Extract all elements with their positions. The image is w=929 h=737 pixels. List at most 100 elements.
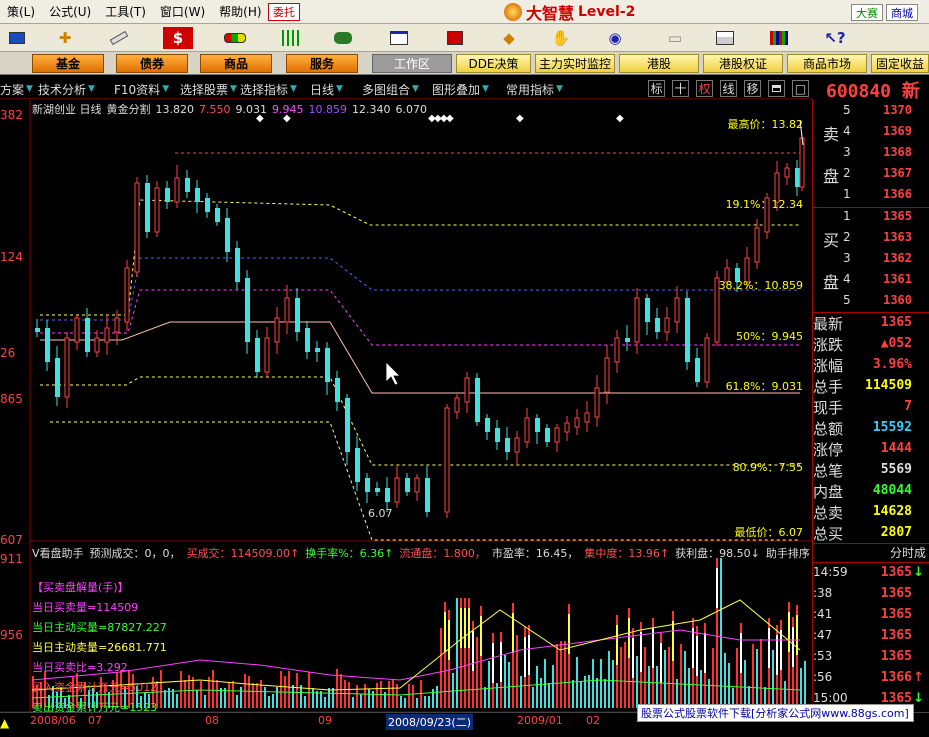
diamond-icon[interactable]: ◆ — [494, 27, 524, 49]
ctool-multi-chart[interactable]: 多图组合 ▼ — [362, 81, 419, 97]
menu-item-formula[interactable]: 公式(U) — [42, 3, 98, 20]
sell-row[interactable]: 4 1369 — [813, 124, 929, 145]
volume-bar — [600, 659, 602, 708]
ruler-icon[interactable] — [104, 27, 134, 49]
ticks-title[interactable]: 分时成 — [813, 543, 929, 563]
compass-icon[interactable]: ✚ — [50, 27, 80, 49]
menu-item-plan[interactable]: 策(L) — [0, 3, 42, 20]
tab-dde[interactable]: DDE决策 — [456, 54, 531, 73]
candle-body-down — [425, 478, 430, 512]
sell-row[interactable]: 3 1368 — [813, 145, 929, 166]
bs-volume-line: 当日主动买量=87827.227 — [32, 621, 167, 634]
menu-item-tools[interactable]: 工具(T) — [98, 3, 153, 20]
entrust-button[interactable]: 委托 — [268, 3, 300, 21]
books-icon[interactable] — [764, 27, 794, 49]
candle-body-down — [255, 338, 260, 372]
tab-commodity-market[interactable]: 商品市场 — [787, 54, 867, 73]
tab-service[interactable]: 服务 — [286, 54, 358, 73]
target-icon[interactable]: ◉ — [600, 27, 630, 49]
chart-window-icon[interactable] — [384, 27, 414, 49]
sub-legend-item: 预测成交：0，0， — [89, 547, 181, 560]
y-axis-label: 865 — [0, 392, 23, 406]
buy-row[interactable]: 3 1362 — [813, 251, 929, 272]
volume-bar — [436, 686, 438, 708]
ctool-plan[interactable]: 方案 ▼ — [0, 81, 33, 97]
help-cursor-icon[interactable]: ↖? — [820, 27, 850, 49]
move-button[interactable]: 移 — [744, 80, 761, 97]
volume-bar — [364, 684, 366, 708]
sell-row[interactable]: 2 1367 — [813, 166, 929, 187]
volume-bar — [440, 628, 442, 708]
tab-bond[interactable]: 债券 — [116, 54, 188, 73]
volume-overlay — [528, 635, 530, 675]
sub-legend-item: 获利盘：98.50↓ — [675, 547, 760, 560]
ctool-daily[interactable]: 日线 ▼ — [310, 81, 343, 97]
ad-banner[interactable]: 股票公式股票软件下载[分析家公式网www.88gs.com] — [637, 704, 914, 722]
volume-bar — [368, 689, 370, 708]
ctool-tech[interactable]: 技术分析 ▼ — [38, 81, 95, 97]
menu-item-help[interactable]: 帮助(H) — [212, 3, 268, 20]
sell-row[interactable]: 1 1366 — [813, 187, 929, 208]
candle-body-up — [124, 267, 130, 323]
rights-button[interactable]: 权 — [696, 80, 713, 97]
layout-icon[interactable] — [710, 27, 740, 49]
sell-row[interactable]: 5 1370 — [813, 103, 929, 124]
window-button[interactable] — [768, 80, 785, 97]
sub-y-axis-label: 911 — [0, 552, 23, 566]
mall-button[interactable]: 商城 — [886, 4, 918, 21]
buy-row[interactable]: 5 1360 — [813, 293, 929, 314]
print-icon[interactable]: ▭ — [660, 27, 690, 49]
candle-body-down — [335, 378, 340, 402]
volume-bar — [680, 644, 682, 708]
candle-body-down — [505, 438, 510, 452]
traffic-light-icon[interactable] — [220, 27, 250, 49]
tab-fund[interactable]: 基金 — [32, 54, 104, 73]
volume-bar — [504, 655, 506, 708]
tab-main-monitor[interactable]: 主力实时监控 — [535, 54, 615, 73]
quote-row: 总笔 5569 — [813, 460, 929, 481]
tab-workspace[interactable]: 工作区 — [372, 54, 452, 73]
scroll-left-icon[interactable]: ▲ — [0, 716, 9, 730]
ctool-common-indicator[interactable]: 常用指标 ▼ — [506, 81, 563, 97]
monitor-icon[interactable] — [2, 27, 32, 49]
tab-fixed-income[interactable]: 固定收益 — [871, 54, 929, 73]
volume-bar — [248, 676, 250, 708]
ctool-select-indicator[interactable]: 选择指标 ▼ — [240, 81, 297, 97]
tab-commodity[interactable]: 商品 — [200, 54, 272, 73]
maximize-button[interactable]: □ — [792, 80, 809, 97]
tab-hk-warrant[interactable]: 港股权证 — [703, 54, 783, 73]
tab-hk-stock[interactable]: 港股 — [619, 54, 699, 73]
contest-button[interactable]: 大赛 — [851, 4, 883, 21]
volume-bar — [476, 637, 478, 708]
line-button[interactable]: 线 — [720, 80, 737, 97]
sub-y-axis-label: 956 — [0, 628, 23, 642]
volume-bar — [208, 677, 210, 708]
icon-toolbar: ✚ $ ◆ ✋ ◉ ▭ ↖? — [0, 24, 929, 52]
ctool-select-stock[interactable]: 选择股票 ▼ — [180, 81, 237, 97]
quote-key: 涨幅 — [813, 357, 844, 375]
signal-star-icon: ◆ — [446, 113, 454, 124]
y-axis-label: 382 — [0, 108, 23, 122]
candle-body-down — [225, 218, 230, 252]
crosshair-button[interactable]: 十 — [672, 80, 689, 97]
stock-code[interactable]: 600840 新 — [826, 77, 929, 102]
bars-icon[interactable] — [276, 27, 306, 49]
buy-row[interactable]: 2 1363 — [813, 230, 929, 251]
menu-item-window[interactable]: 窗口(W) — [153, 3, 212, 20]
dropdown-arrow-icon: ▼ — [290, 84, 297, 94]
ctool-overlay[interactable]: 图形叠加 ▼ — [432, 81, 489, 97]
volume-overlay — [672, 621, 674, 661]
volume-bar — [408, 684, 410, 708]
mark-button[interactable]: 标 — [648, 80, 665, 97]
buy-row[interactable]: 4 1361 — [813, 272, 929, 293]
buy-row[interactable]: 1 1365 — [813, 209, 929, 230]
candle-body-up — [274, 317, 280, 343]
flag-icon[interactable] — [440, 27, 470, 49]
sell-price: 1366 — [883, 187, 912, 201]
dollar-icon[interactable]: $ — [163, 27, 193, 49]
binoculars-icon[interactable] — [328, 27, 358, 49]
ctool-f10[interactable]: F10资料 ▼ — [114, 81, 169, 97]
hand-icon[interactable]: ✋ — [546, 27, 576, 49]
dropdown-arrow-icon: ▼ — [230, 84, 237, 94]
quote-key: 最新 — [813, 315, 844, 333]
